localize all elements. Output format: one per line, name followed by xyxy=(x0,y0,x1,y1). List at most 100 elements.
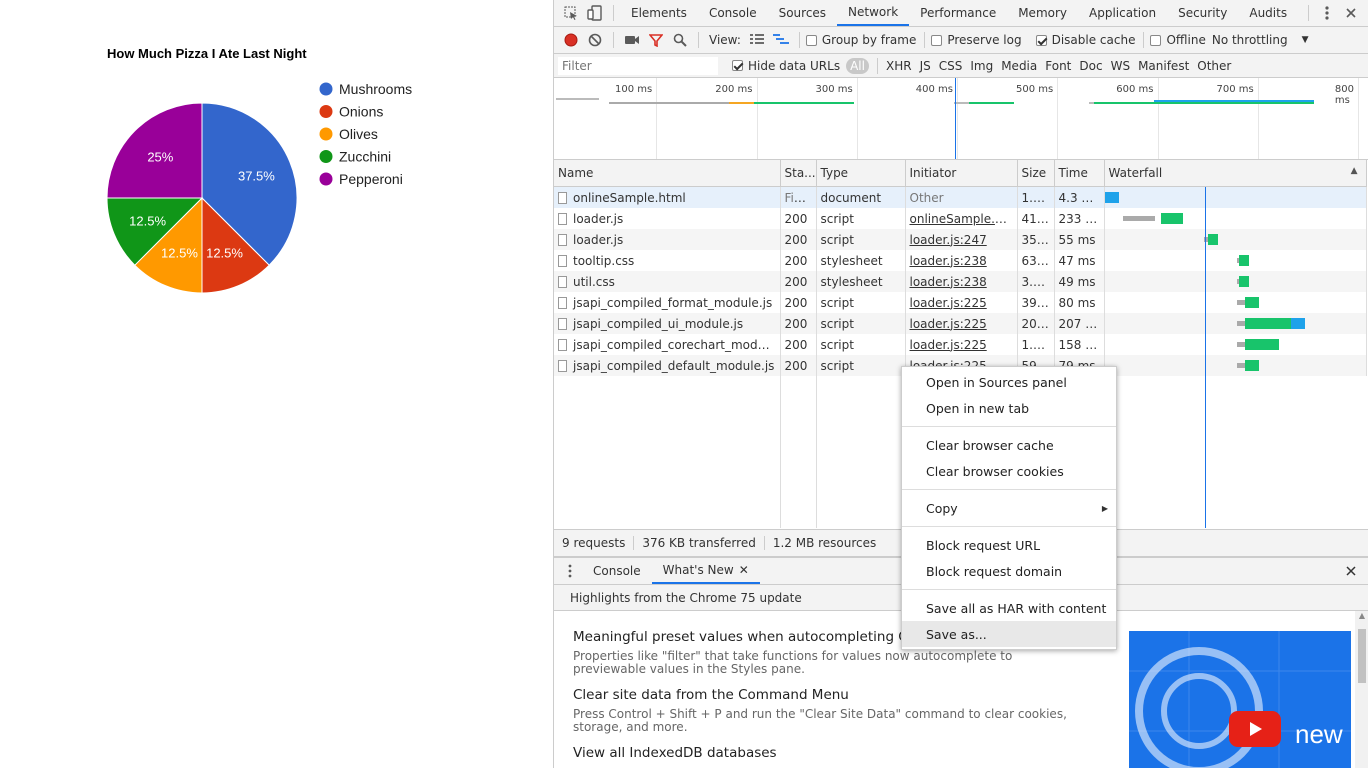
cell-initiator[interactable]: loader.js:225 xyxy=(905,334,1018,355)
sort-ascending-icon[interactable]: ▲ xyxy=(1351,166,1358,176)
filter-type-other[interactable]: Other xyxy=(1197,59,1231,73)
menu-item-copy[interactable]: Copy ▶ xyxy=(902,495,1116,521)
drawer-tab-console[interactable]: Console xyxy=(582,558,652,584)
legend-item-zucchini[interactable]: Zucchini xyxy=(319,149,392,165)
whats-new-item-title[interactable]: Clear site data from the Command Menu xyxy=(573,687,849,703)
group-by-frame-checkbox[interactable]: Group by frame xyxy=(805,33,916,47)
play-button-icon[interactable] xyxy=(1229,711,1281,747)
table-row[interactable]: util.css 200 stylesheet loader.js:238 3.2 ..… xyxy=(554,271,1367,292)
legend-item-mushrooms[interactable]: Mushrooms xyxy=(319,81,413,97)
offline-checkbox[interactable]: Offline xyxy=(1150,33,1206,47)
cell-name[interactable]: jsapi_compiled_default_module.js xyxy=(554,355,781,376)
disable-cache-checkbox[interactable]: Disable cache xyxy=(1035,33,1135,47)
drawer-menu-icon[interactable] xyxy=(558,560,582,582)
tab-console[interactable]: Console xyxy=(698,0,768,26)
network-overview[interactable]: 100 ms 200 ms 300 ms 400 ms 500 ms 600 ms 700 … xyxy=(554,78,1368,160)
tab-memory[interactable]: Memory xyxy=(1007,0,1078,26)
tab-audits[interactable]: Audits xyxy=(1238,0,1298,26)
column-header-time[interactable]: Time xyxy=(1054,160,1105,187)
filter-type-doc[interactable]: Doc xyxy=(1079,59,1102,73)
column-header-sta[interactable]: Sta... xyxy=(780,160,817,187)
filter-type-font[interactable]: Font xyxy=(1045,59,1071,73)
column-header-initiator[interactable]: Initiator xyxy=(905,160,1018,187)
waterfall-bar[interactable] xyxy=(1238,255,1249,266)
close-devtools-icon[interactable] xyxy=(1339,2,1363,24)
cell-initiator[interactable]: loader.js:238 xyxy=(905,271,1018,292)
waterfall-bar[interactable] xyxy=(1207,234,1218,245)
cell-name[interactable]: jsapi_compiled_format_module.js xyxy=(554,292,781,313)
drawer-tab-whats-new[interactable]: What's New ✕ xyxy=(651,558,760,584)
clear-icon[interactable] xyxy=(583,29,607,51)
cell-initiator[interactable]: loader.js:247 xyxy=(905,229,1018,250)
tab-sources[interactable]: Sources xyxy=(768,0,837,26)
cell-initiator[interactable]: onlineSample.html xyxy=(905,208,1018,229)
filter-type-manifest[interactable]: Manifest xyxy=(1138,59,1189,73)
cell-initiator[interactable]: loader.js:225 xyxy=(905,292,1018,313)
column-header-type[interactable]: Type xyxy=(816,160,906,187)
table-row[interactable]: loader.js 200 script loader.js:247 35.... 55 … xyxy=(554,229,1367,250)
waterfall-bar[interactable] xyxy=(1244,318,1291,329)
menu-item-block-request-url[interactable]: Block request URL xyxy=(902,532,1116,558)
menu-item-open-in-new-tab[interactable]: Open in new tab xyxy=(902,395,1116,421)
close-drawer-icon[interactable] xyxy=(1339,560,1363,582)
filter-input[interactable] xyxy=(558,56,718,75)
filter-type-img[interactable]: Img xyxy=(970,59,993,73)
table-row[interactable]: tooltip.css 200 stylesheet loader.js:238 637… xyxy=(554,250,1367,271)
more-options-icon[interactable] xyxy=(1315,2,1339,24)
cell-name[interactable]: jsapi_compiled_corechart_module.js xyxy=(554,334,781,355)
scroll-up-icon[interactable]: ▲ xyxy=(1355,611,1368,625)
device-toolbar-icon[interactable] xyxy=(583,2,607,24)
cell-initiator[interactable]: loader.js:225 xyxy=(905,313,1018,334)
waterfall-bar[interactable] xyxy=(1238,276,1249,287)
waterfall-bar[interactable] xyxy=(1244,360,1259,371)
table-row[interactable]: jsapi_compiled_format_module.js 200 script… xyxy=(554,292,1367,313)
menu-item-save-all-as-har-with-content[interactable]: Save all as HAR with content xyxy=(902,595,1116,621)
filter-type-xhr[interactable]: XHR xyxy=(886,59,912,73)
capture-screenshots-icon[interactable] xyxy=(620,29,644,51)
tab-network[interactable]: Network xyxy=(837,0,910,26)
cell-name[interactable]: loader.js xyxy=(554,208,781,229)
table-row[interactable]: loader.js 200 script onlineSample.html 41...… xyxy=(554,208,1367,229)
table-row[interactable]: jsapi_compiled_ui_module.js 200 script load… xyxy=(554,313,1367,334)
preserve-log-checkbox[interactable]: Preserve log xyxy=(931,33,1022,47)
cell-name[interactable]: tooltip.css xyxy=(554,250,781,271)
filter-icon[interactable] xyxy=(644,29,668,51)
column-header-waterfall[interactable]: Waterfall ▲ xyxy=(1104,160,1367,187)
column-header-size[interactable]: Size xyxy=(1017,160,1055,187)
cell-initiator[interactable]: loader.js:238 xyxy=(905,250,1018,271)
filter-type-css[interactable]: CSS xyxy=(939,59,963,73)
close-tab-icon[interactable]: ✕ xyxy=(739,563,749,577)
tab-security[interactable]: Security xyxy=(1167,0,1238,26)
table-row[interactable]: onlineSample.html Fin... document Other 1.5 … xyxy=(554,186,1367,208)
waterfall-bar[interactable] xyxy=(1290,318,1305,329)
legend-item-olives[interactable]: Olives xyxy=(319,126,378,142)
legend-item-onions[interactable]: Onions xyxy=(319,104,384,120)
tab-elements[interactable]: Elements xyxy=(620,0,698,26)
whats-new-item-title[interactable]: Meaningful preset values when autocomple… xyxy=(573,629,934,645)
menu-item-open-in-sources-panel[interactable]: Open in Sources panel xyxy=(902,369,1116,395)
tab-performance[interactable]: Performance xyxy=(909,0,1007,26)
record-icon[interactable] xyxy=(559,29,583,51)
waterfall-bar[interactable] xyxy=(1104,192,1119,203)
hide-data-urls-checkbox[interactable]: Hide data URLs xyxy=(732,59,840,73)
waterfall-bar[interactable] xyxy=(1244,339,1279,350)
filter-type-js[interactable]: JS xyxy=(920,59,931,73)
throttling-select[interactable]: No throttling ▼ xyxy=(1212,33,1309,47)
inspect-element-icon[interactable] xyxy=(559,2,583,24)
whats-new-item-title[interactable]: View all IndexedDB databases xyxy=(573,745,777,761)
waterfall-bar[interactable] xyxy=(1160,213,1183,224)
cell-name[interactable]: onlineSample.html xyxy=(554,186,781,208)
waterfall-overview-icon[interactable] xyxy=(769,29,793,51)
menu-item-clear-browser-cache[interactable]: Clear browser cache xyxy=(902,432,1116,458)
scrollbar[interactable]: ▲ xyxy=(1355,611,1368,768)
whats-new-video-thumbnail[interactable]: new xyxy=(1129,631,1351,768)
menu-item-block-request-domain[interactable]: Block request domain xyxy=(902,558,1116,584)
column-header-name[interactable]: Name xyxy=(554,160,781,187)
menu-item-save-as[interactable]: Save as... xyxy=(902,621,1116,647)
cell-name[interactable]: jsapi_compiled_ui_module.js xyxy=(554,313,781,334)
search-icon[interactable] xyxy=(668,29,692,51)
cell-initiator[interactable]: Other xyxy=(905,186,1018,208)
filter-type-all[interactable]: All xyxy=(846,57,869,74)
table-row[interactable]: jsapi_compiled_corechart_module.js 200 scr… xyxy=(554,334,1367,355)
large-rows-icon[interactable] xyxy=(745,29,769,51)
